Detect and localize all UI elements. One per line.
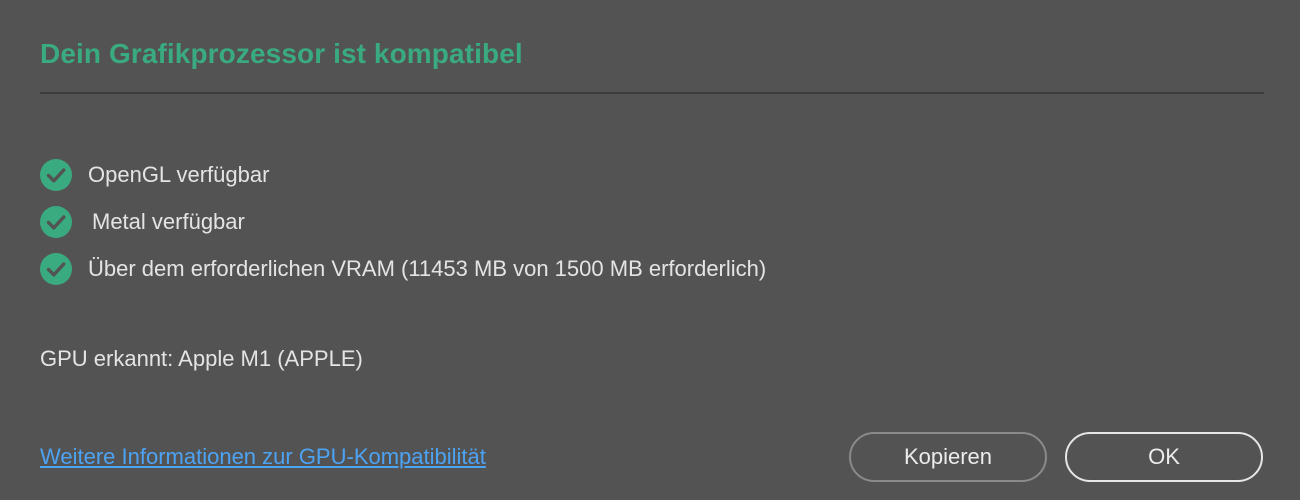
check-list: OpenGL verfügbar Metal verfügbar Über de… bbox=[40, 159, 766, 300]
check-label-vram: Über dem erforderlichen VRAM (11453 MB v… bbox=[88, 256, 767, 281]
gpu-compatibility-dialog: Dein Grafikprozessor ist kompatibel Open… bbox=[0, 0, 1300, 500]
check-label-metal: Metal verfügbar bbox=[92, 209, 245, 234]
ok-button[interactable]: OK bbox=[1065, 432, 1263, 482]
gpu-detected-text: GPU erkannt: Apple M1 (APPLE) bbox=[40, 346, 363, 371]
check-circle-icon bbox=[40, 206, 72, 238]
dialog-title: Dein Grafikprozessor ist kompatibel bbox=[40, 38, 523, 69]
check-circle-icon bbox=[40, 159, 72, 191]
gpu-compatibility-info-link[interactable]: Weitere Informationen zur GPU-Kompatibil… bbox=[40, 444, 486, 470]
copy-button[interactable]: Kopieren bbox=[849, 432, 1047, 482]
check-circle-icon bbox=[40, 253, 72, 285]
check-item-vram: Über dem erforderlichen VRAM (11453 MB v… bbox=[40, 253, 766, 285]
check-item-opengl: OpenGL verfügbar bbox=[40, 159, 766, 191]
check-item-metal: Metal verfügbar bbox=[40, 206, 766, 238]
check-label-opengl: OpenGL verfügbar bbox=[88, 162, 270, 187]
title-divider bbox=[40, 92, 1264, 94]
